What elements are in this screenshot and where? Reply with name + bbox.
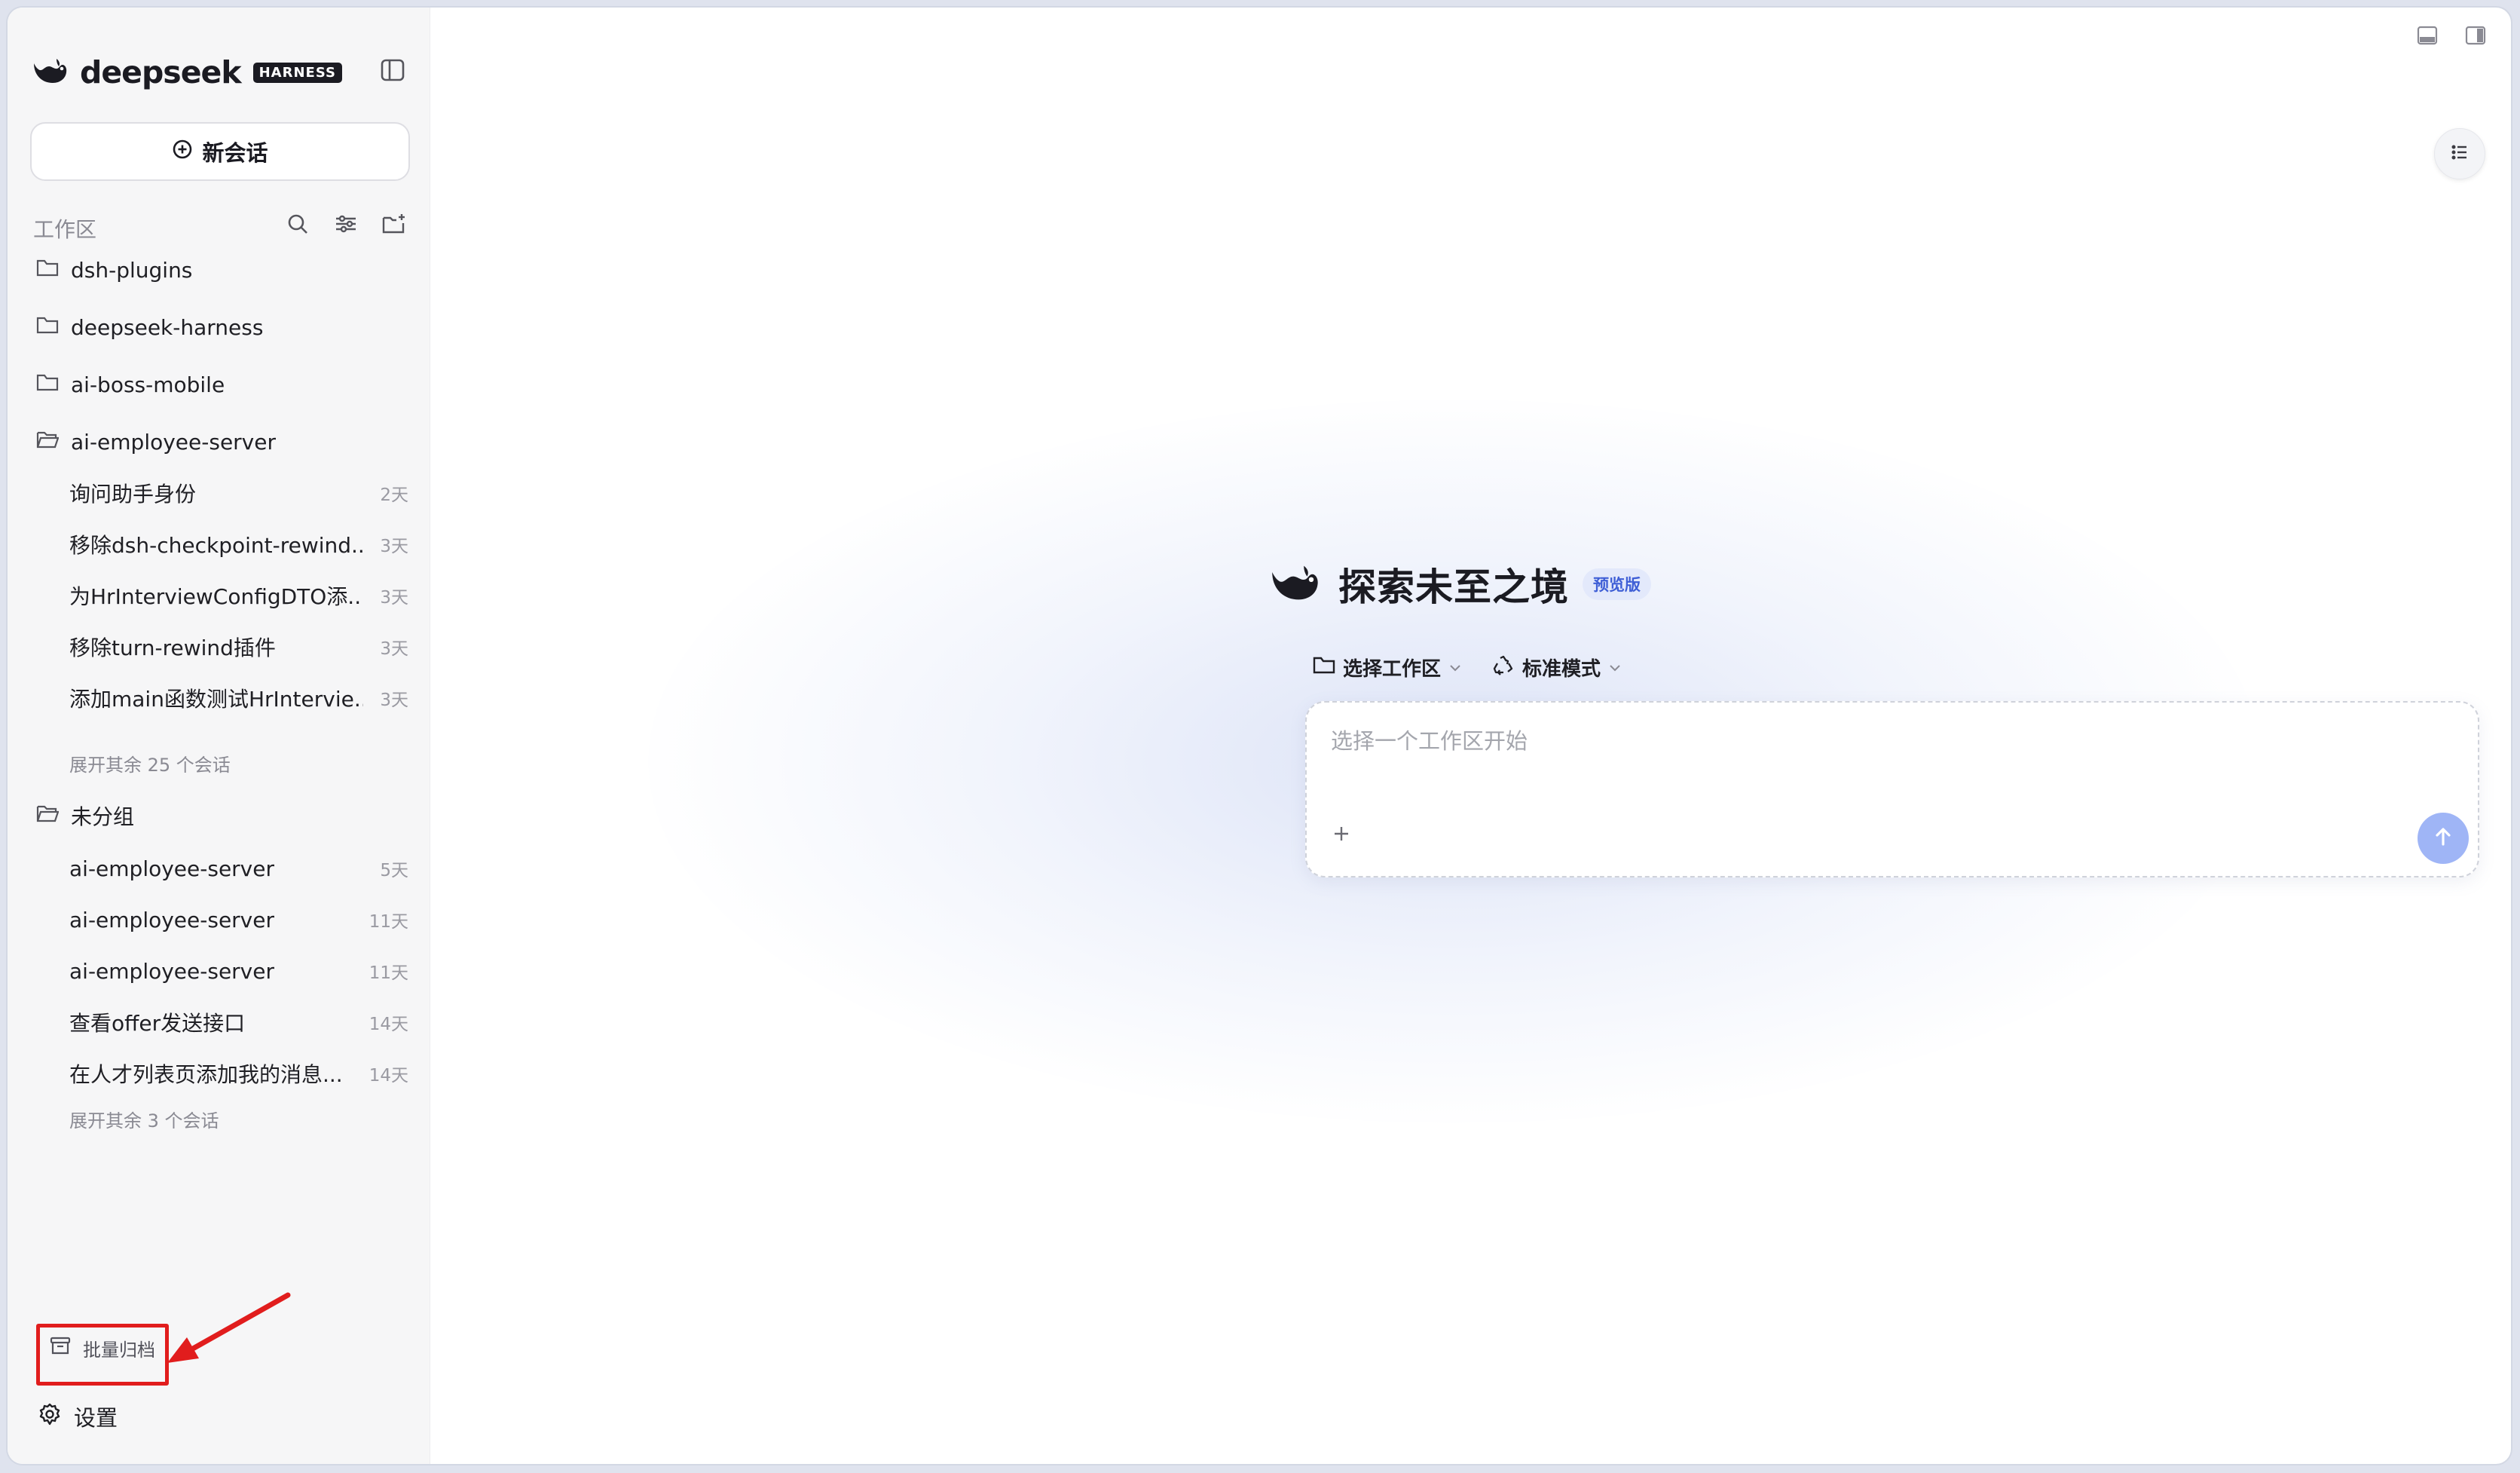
mode-selector-label: 标准模式: [1522, 657, 1601, 681]
gear-icon: [38, 1402, 62, 1432]
session-age: 3天: [380, 537, 408, 556]
outline-toggle-button[interactable]: [2434, 128, 2485, 179]
settings-button[interactable]: 设置: [38, 1396, 118, 1437]
brand-wordmark: deepseek: [80, 54, 242, 90]
message-input[interactable]: [1329, 722, 2387, 770]
session-title: 询问助手身份: [69, 482, 197, 507]
send-button[interactable]: [2418, 813, 2469, 864]
sidebar-toggle-icon: [380, 57, 405, 86]
main-area: 探索未至之境 预览版 选择工作区 标准模式 选择一个工作区开始: [430, 8, 2511, 1464]
sliders-icon: [334, 212, 358, 239]
session-item[interactable]: 在人才列表页添加我的消息... 14天: [69, 1054, 408, 1093]
session-item[interactable]: 查看offer发送接口 14天: [69, 1003, 408, 1042]
session-item[interactable]: ai-employee-server 11天: [69, 951, 408, 991]
workspace-header: 工作区: [33, 210, 410, 247]
right-panel-icon: [2464, 25, 2487, 49]
preview-badge: 预览版: [1583, 568, 1651, 600]
archive-icon: [50, 1336, 71, 1360]
chevron-down-icon: [1608, 656, 1622, 678]
search-workspace-button[interactable]: [282, 210, 313, 241]
workspace-selector-label: 选择工作区: [1343, 657, 1442, 681]
hero-header: 探索未至之境 预览版: [1268, 552, 1651, 617]
session-item[interactable]: 添加main函数测试HrIntervie... 3天: [69, 678, 408, 718]
session-item[interactable]: ai-employee-server 5天: [69, 849, 408, 888]
session-item[interactable]: 移除dsh-checkpoint-rewind... 3天: [69, 525, 408, 564]
composer: [1305, 701, 2479, 877]
folder-open-icon: [36, 804, 60, 828]
sidebar-toggle-button[interactable]: [377, 56, 408, 87]
session-title: 查看offer发送接口: [69, 1011, 246, 1036]
filter-workspace-button[interactable]: [330, 210, 362, 241]
session-age: 3天: [380, 639, 408, 659]
session-title: ai-employee-server: [69, 856, 274, 881]
session-title: 在人才列表页添加我的消息...: [69, 1062, 343, 1087]
folder-label: 未分组: [71, 804, 135, 829]
batch-archive-button[interactable]: 批量归档: [41, 1328, 164, 1367]
session-title: 添加main函数测试HrIntervie...: [69, 687, 363, 712]
folder-item-dsh-plugins[interactable]: dsh-plugins: [36, 250, 192, 289]
folder-plus-icon: [381, 212, 407, 239]
batch-archive-label: 批量归档: [83, 1339, 155, 1361]
session-title: 为HrInterviewConfigDTO添...: [69, 584, 363, 609]
session-title: ai-employee-server: [69, 907, 274, 932]
folder-icon: [1313, 655, 1335, 680]
folder-label: ai-boss-mobile: [71, 372, 225, 397]
session-item[interactable]: 询问助手身份 2天: [69, 473, 408, 513]
brand: deepseek HARNESS: [32, 51, 342, 93]
hero-title: 探索未至之境: [1338, 565, 1569, 609]
workspace-title: 工作区: [33, 217, 97, 242]
add-workspace-button[interactable]: [378, 210, 410, 241]
session-age: 3天: [380, 691, 408, 710]
sidebar: deepseek HARNESS 新会话 工作区 dsh-plugins dee…: [8, 8, 430, 1464]
new-chat-label: 新会话: [202, 140, 268, 166]
toggle-right-panel-button[interactable]: [2463, 24, 2488, 50]
toggle-bottom-panel-button[interactable]: [2414, 24, 2440, 50]
folder-icon: [36, 315, 59, 340]
new-chat-button[interactable]: 新会话: [30, 122, 410, 181]
settings-label: 设置: [74, 1405, 118, 1431]
session-item[interactable]: 移除turn-rewind插件 3天: [69, 627, 408, 666]
ungrouped-folder[interactable]: 未分组: [36, 796, 134, 835]
session-title: 移除dsh-checkpoint-rewind...: [69, 533, 363, 558]
folder-label: deepseek-harness: [71, 314, 264, 340]
session-age: 11天: [369, 963, 408, 983]
folder-label: ai-employee-server: [71, 429, 276, 455]
session-age: 11天: [369, 912, 408, 932]
folder-icon: [36, 258, 59, 283]
list-icon: [2448, 141, 2471, 167]
brand-tag: HARNESS: [252, 62, 342, 83]
session-age: 3天: [380, 588, 408, 608]
folder-item-ai-employee-server[interactable]: ai-employee-server: [36, 422, 276, 461]
workspace-selector[interactable]: 选择工作区: [1313, 654, 1462, 681]
session-item[interactable]: ai-employee-server 11天: [69, 900, 408, 939]
search-icon: [286, 212, 310, 239]
folder-item-deepseek-harness[interactable]: deepseek-harness: [36, 308, 263, 347]
folder-icon: [36, 372, 59, 397]
session-item[interactable]: 为HrInterviewConfigDTO添... 3天: [69, 576, 408, 615]
folder-item-ai-boss-mobile[interactable]: ai-boss-mobile: [36, 365, 225, 404]
folder-label: dsh-plugins: [71, 257, 193, 283]
app-window: deepseek HARNESS 新会话 工作区 dsh-plugins dee…: [8, 8, 2511, 1464]
session-title: ai-employee-server: [69, 958, 274, 984]
session-age: 2天: [380, 485, 408, 505]
composer-selectors: 选择工作区 标准模式: [1313, 650, 1622, 684]
attach-button[interactable]: [1323, 817, 1359, 853]
bottom-panel-icon: [2416, 25, 2439, 49]
plus-circle-icon: [172, 139, 193, 165]
session-age: 5天: [380, 861, 408, 880]
mode-selector[interactable]: 标准模式: [1492, 654, 1622, 681]
annotation-arrow-icon: [167, 1292, 291, 1363]
folder-open-icon: [36, 430, 60, 455]
arrow-up-icon: [2430, 824, 2456, 853]
session-age: 14天: [369, 1015, 408, 1034]
recycle-icon: [1492, 654, 1515, 681]
whale-logo-icon: [1268, 562, 1323, 607]
expand-more-sessions-link[interactable]: 展开其余 25 个会话: [69, 748, 231, 778]
whale-logo-icon: [32, 56, 69, 89]
chevron-down-icon: [1448, 656, 1462, 678]
session-title: 移除turn-rewind插件: [69, 635, 276, 660]
session-age: 14天: [369, 1066, 408, 1086]
plus-icon: [1331, 823, 1352, 847]
expand-more-sessions-link[interactable]: 展开其余 3 个会话: [69, 1104, 219, 1134]
